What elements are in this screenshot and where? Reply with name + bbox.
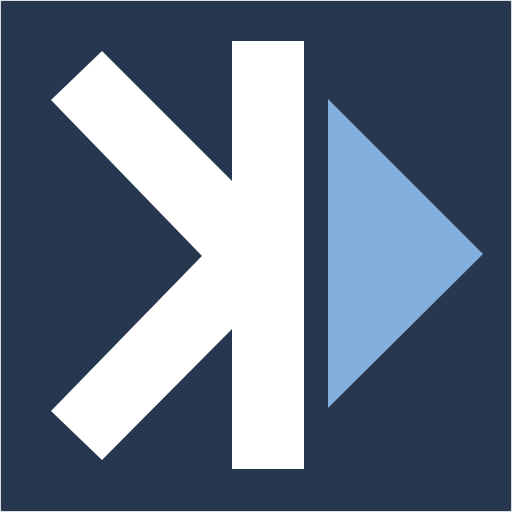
k-vertical-bar (232, 41, 304, 469)
app-icon (0, 0, 512, 512)
logo-icon (0, 0, 512, 512)
